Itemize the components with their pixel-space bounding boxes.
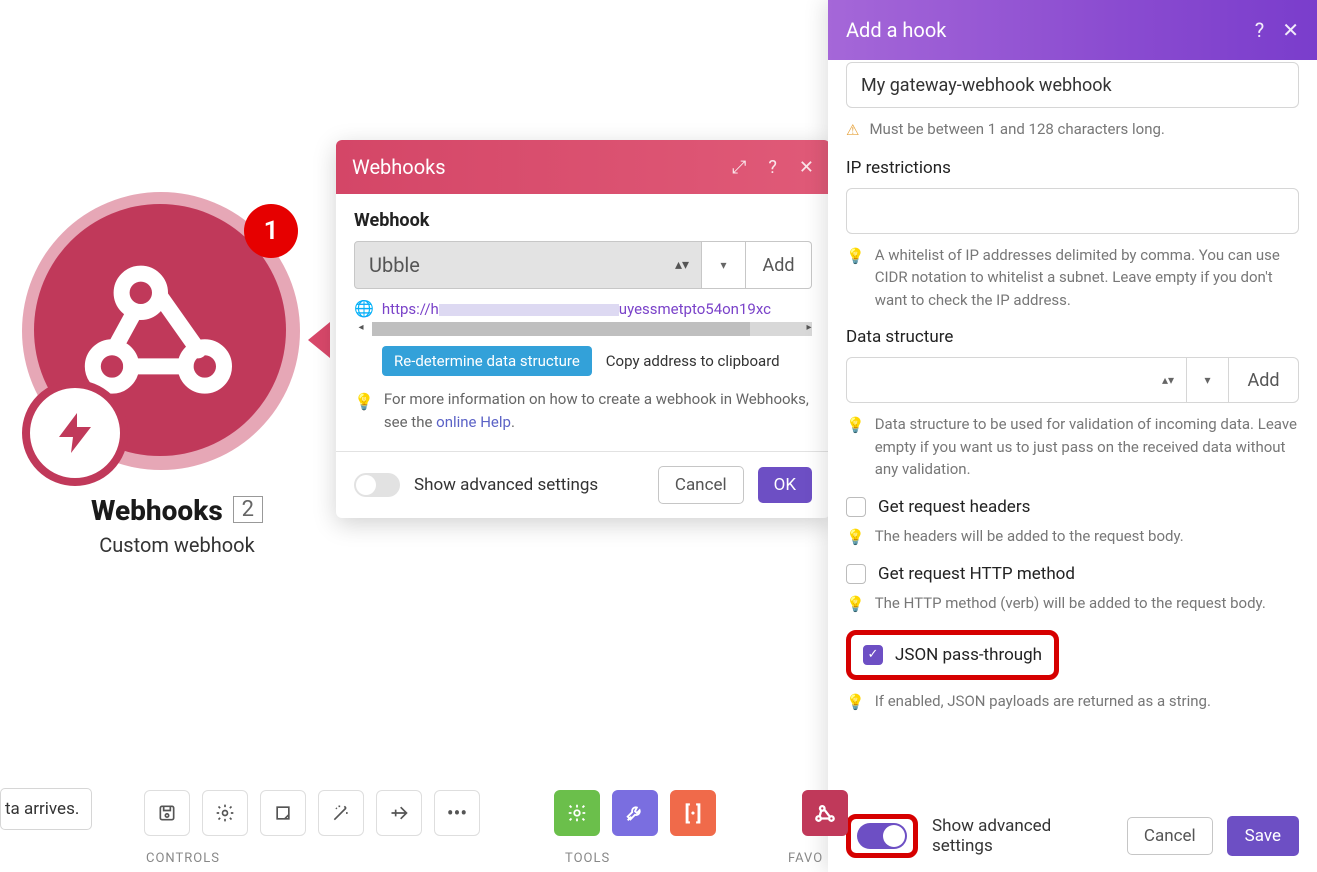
- ok-button[interactable]: OK: [758, 467, 812, 503]
- data-structure-label: Data structure: [846, 327, 1299, 347]
- globe-icon: 🌐: [354, 299, 374, 318]
- warning-icon: ⚠: [846, 119, 859, 142]
- show-advanced-label: Show advanced settings: [932, 816, 1113, 856]
- ip-restrictions-label: IP restrictions: [846, 158, 1299, 178]
- copy-address-link[interactable]: Copy address to clipboard: [606, 352, 780, 370]
- ip-tip: A whitelist of IP addresses delimited by…: [875, 244, 1299, 312]
- wand-icon[interactable]: [318, 790, 364, 836]
- save-icon[interactable]: [144, 790, 190, 836]
- bulb-icon: 💡: [846, 526, 865, 549]
- method-tip: The HTTP method (verb) will be added to …: [875, 592, 1266, 616]
- webhook-hint-text: For more information on how to create a …: [384, 388, 812, 433]
- callout-arrow-icon: [308, 322, 330, 358]
- more-icon[interactable]: •••: [434, 790, 480, 836]
- webhook-select[interactable]: Ubble ▴▾: [354, 241, 702, 289]
- headers-tip: The headers will be added to the request…: [875, 525, 1184, 549]
- webhook-add-button[interactable]: Add: [746, 241, 812, 289]
- node-circle: 1: [22, 192, 300, 470]
- plane-icon[interactable]: [376, 790, 422, 836]
- chevron-updown-icon: ▴▾: [1162, 373, 1174, 387]
- webhook-url[interactable]: https://huyessmetpto54on19xc: [382, 300, 771, 318]
- gear-icon[interactable]: [202, 790, 248, 836]
- json-passthrough-highlight: ✓ JSON pass-through: [846, 630, 1059, 680]
- node-count: 2: [233, 496, 263, 523]
- json-tip: If enabled, JSON payloads are returned a…: [875, 690, 1211, 714]
- bulb-icon: 💡: [846, 691, 865, 714]
- data-structure-select[interactable]: ▴▾: [846, 357, 1187, 403]
- node-title: Webhooks: [91, 494, 223, 527]
- tool-brackets-icon[interactable]: [·]: [670, 790, 716, 836]
- checkbox-unchecked-icon[interactable]: [846, 564, 866, 584]
- favorites-label: FAVO: [788, 851, 823, 866]
- add-hook-panel: Add a hook ? ✕ ⚠ Must be between 1 and 12…: [828, 0, 1317, 872]
- cancel-button[interactable]: Cancel: [1127, 817, 1213, 855]
- help-icon[interactable]: ?: [1255, 18, 1264, 42]
- node-badge: 1: [244, 204, 298, 258]
- ip-restrictions-input[interactable]: [846, 188, 1299, 234]
- url-scrollbar[interactable]: ◂▸: [372, 322, 812, 336]
- modal-title: Webhooks: [352, 155, 714, 179]
- webhook-select-dropdown[interactable]: ▾: [702, 241, 746, 289]
- expand-icon[interactable]: ⤢: [732, 157, 746, 178]
- bulb-icon: 💡: [846, 593, 865, 616]
- cancel-button[interactable]: Cancel: [658, 466, 744, 504]
- save-button[interactable]: Save: [1227, 816, 1299, 856]
- tool-wrench-icon[interactable]: [612, 790, 658, 836]
- favorite-webhook-icon[interactable]: [802, 790, 848, 836]
- node-subtitle: Custom webhook: [22, 533, 332, 557]
- get-headers-checkbox-row[interactable]: Get request headers: [846, 497, 1299, 517]
- partial-status-box: ta arrives.: [0, 788, 92, 830]
- note-icon[interactable]: [260, 790, 306, 836]
- chevron-updown-icon: ▴▾: [675, 257, 689, 273]
- bulb-icon: 💡: [846, 245, 865, 312]
- hook-name-input[interactable]: [846, 62, 1299, 108]
- advanced-toggle[interactable]: [354, 473, 400, 497]
- online-help-link[interactable]: online Help: [436, 413, 511, 431]
- webhook-field-label: Webhook: [354, 210, 812, 231]
- panel-title: Add a hook: [846, 18, 1237, 42]
- webhook-graph-icon: [80, 248, 240, 412]
- ds-tip: Data structure to be used for validation…: [875, 413, 1299, 481]
- add-hook-header: Add a hook ? ✕: [828, 0, 1317, 60]
- checkbox-unchecked-icon[interactable]: [846, 497, 866, 517]
- redetermine-button[interactable]: Re-determine data structure: [382, 346, 592, 376]
- json-passthrough-label: JSON pass-through: [895, 645, 1042, 665]
- bottom-toolbar: ta arrives. ••• [·] CONTROLS TOOLS FAVO: [0, 764, 830, 872]
- close-icon[interactable]: ✕: [1282, 18, 1299, 42]
- advanced-toggle-on[interactable]: [857, 823, 907, 849]
- show-advanced-label: Show advanced settings: [414, 475, 644, 495]
- close-icon[interactable]: ✕: [799, 157, 814, 178]
- get-method-checkbox-row[interactable]: Get request HTTP method: [846, 564, 1299, 584]
- bulb-icon: 💡: [846, 414, 865, 481]
- advanced-toggle-highlight: [846, 814, 918, 858]
- bulb-icon: 💡: [354, 390, 374, 433]
- webhooks-modal-header: Webhooks ⤢ ? ✕: [336, 140, 830, 194]
- tools-label: TOOLS: [565, 851, 610, 866]
- controls-label: CONTROLS: [146, 851, 220, 866]
- data-structure-dropdown[interactable]: ▾: [1187, 357, 1229, 403]
- help-icon[interactable]: ?: [768, 157, 777, 178]
- checkbox-checked-icon[interactable]: ✓: [863, 645, 883, 665]
- data-structure-add-button[interactable]: Add: [1229, 357, 1299, 403]
- name-tip: Must be between 1 and 128 characters lon…: [869, 118, 1164, 142]
- trigger-icon: [22, 380, 128, 486]
- webhooks-modal: Webhooks ⤢ ? ✕ Webhook Ubble ▴▾ ▾ Add 🌐 …: [336, 140, 830, 518]
- tool-gear-icon[interactable]: [554, 790, 600, 836]
